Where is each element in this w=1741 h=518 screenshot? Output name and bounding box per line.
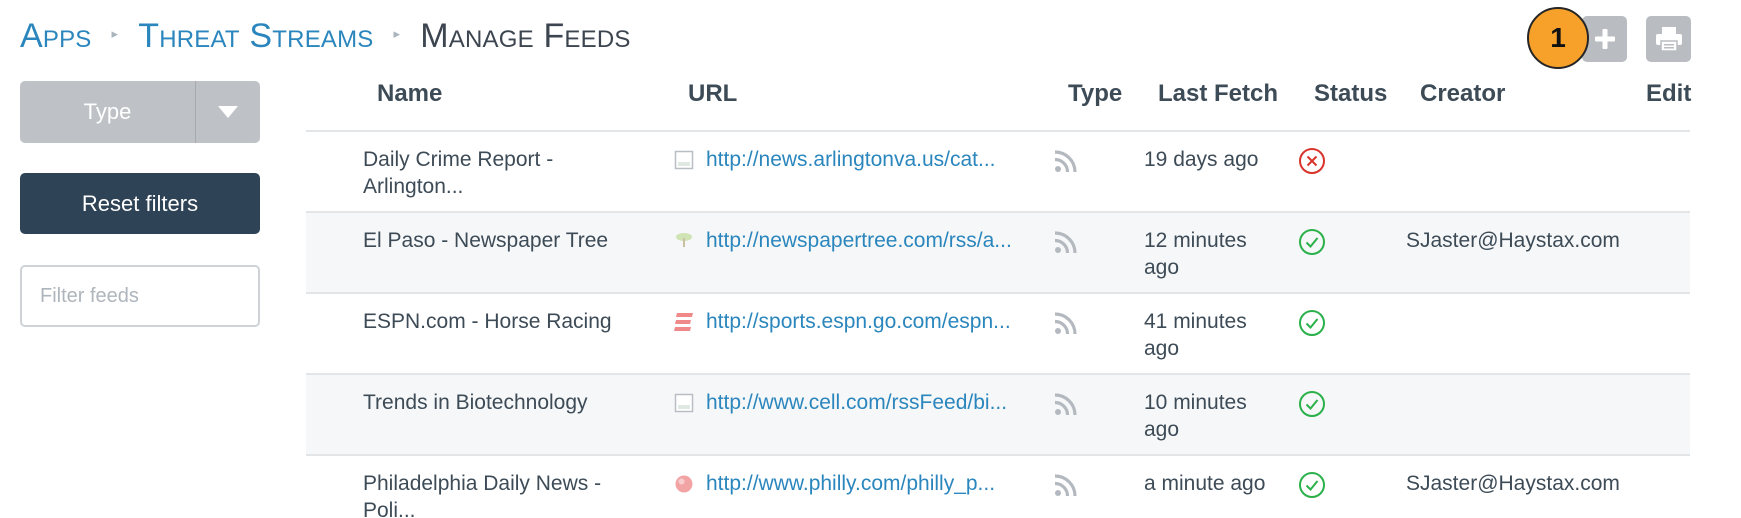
feed-name: Daily Crime Report - Arlington... [363, 148, 554, 198]
table-row[interactable]: Trends in Biotechnology http://www.cell.… [306, 375, 1690, 456]
breadcrumb-threat-streams[interactable]: Threat Streams [138, 17, 373, 56]
creator: SJaster@Haystax.com [1406, 229, 1620, 252]
feed-url-link[interactable]: http://www.cell.com/rssFeed/bi... [706, 389, 1007, 416]
table-row[interactable]: Philadelphia Daily News - Poli... http:/… [306, 456, 1690, 518]
column-header-creator[interactable]: Creator [1420, 80, 1505, 108]
chevron-down-icon[interactable] [195, 81, 260, 143]
rss-icon [1054, 393, 1077, 416]
type-filter-dropdown[interactable]: Type [20, 81, 260, 143]
feed-name: ESPN.com - Horse Racing [363, 310, 612, 333]
red-ball-favicon-icon [675, 475, 693, 492]
last-fetch: 41 minutes ago [1144, 310, 1247, 360]
feed-url-link[interactable]: http://newspapertree.com/rss/a... [706, 227, 1012, 254]
last-fetch: a minute ago [1144, 472, 1266, 495]
type-filter-label: Type [83, 99, 132, 124]
blank-page-icon [674, 150, 694, 169]
last-fetch: 19 days ago [1144, 148, 1259, 171]
breadcrumb-apps[interactable]: Apps [20, 17, 92, 56]
feed-url-cell: http://news.arlingtonva.us/cat... [674, 146, 996, 173]
feed-url-link[interactable]: http://sports.espn.go.com/espn... [706, 308, 1011, 335]
tree-favicon-icon [676, 232, 692, 247]
column-header-type[interactable]: Type [1068, 80, 1122, 108]
last-fetch: 10 minutes ago [1144, 391, 1247, 441]
status-ok-icon [1299, 472, 1325, 498]
espn-favicon-icon [674, 312, 693, 331]
table-row[interactable]: ESPN.com - Horse Racing http://sports.es… [306, 294, 1690, 375]
breadcrumb-separator-icon: ▸ [111, 26, 119, 41]
page-title: Manage Feeds [420, 16, 631, 55]
feed-name: Philadelphia Daily News - Poli... [363, 472, 602, 518]
rss-icon [1054, 474, 1077, 497]
column-header-name[interactable]: Name [377, 80, 442, 108]
toolbar [1582, 16, 1691, 62]
status-error-icon [1299, 148, 1325, 174]
feed-url-cell: http://www.cell.com/rssFeed/bi... [674, 389, 1007, 416]
feed-url-cell: http://sports.espn.go.com/espn... [674, 308, 1011, 335]
feed-url-cell: http://www.philly.com/philly_p... [674, 470, 995, 497]
last-fetch: 12 minutes ago [1144, 229, 1247, 279]
filter-feeds-input[interactable] [20, 265, 260, 327]
plus-icon [1594, 29, 1615, 49]
reset-filters-button[interactable]: Reset filters [20, 173, 260, 234]
column-header-status[interactable]: Status [1314, 80, 1387, 108]
feed-name: El Paso - Newspaper Tree [363, 229, 609, 252]
breadcrumb-separator-icon: ▸ [393, 26, 401, 41]
feeds-table: Name URL Type Last Fetch Status Creator … [306, 70, 1692, 518]
column-header-edit: Edit [1646, 80, 1692, 107]
rss-icon [1054, 312, 1077, 335]
creator: SJaster@Haystax.com [1406, 472, 1620, 495]
status-ok-icon [1299, 391, 1325, 417]
column-header-url[interactable]: URL [688, 80, 737, 108]
column-header-last-fetch[interactable]: Last Fetch [1158, 80, 1278, 108]
breadcrumb: Apps ▸ Threat Streams ▸ Manage Feeds [20, 14, 631, 58]
blank-page-icon [674, 393, 694, 412]
table-row[interactable]: Daily Crime Report - Arlington... http:/… [306, 132, 1690, 213]
print-button[interactable] [1646, 16, 1691, 62]
table-row[interactable]: El Paso - Newspaper Tree http://newspape… [306, 213, 1690, 294]
status-ok-icon [1299, 229, 1325, 255]
table-header: Name URL Type Last Fetch Status Creator … [306, 70, 1692, 132]
feed-name: Trends in Biotechnology [363, 391, 588, 414]
feed-url-link[interactable]: http://www.philly.com/philly_p... [706, 470, 995, 497]
feed-url-cell: http://newspapertree.com/rss/a... [674, 227, 1012, 254]
status-ok-icon [1299, 310, 1325, 336]
feed-url-link[interactable]: http://news.arlingtonva.us/cat... [706, 146, 996, 173]
rss-icon [1054, 231, 1077, 254]
step-badge: 1 [1527, 7, 1589, 69]
rss-icon [1054, 150, 1077, 173]
printer-icon [1655, 27, 1682, 52]
